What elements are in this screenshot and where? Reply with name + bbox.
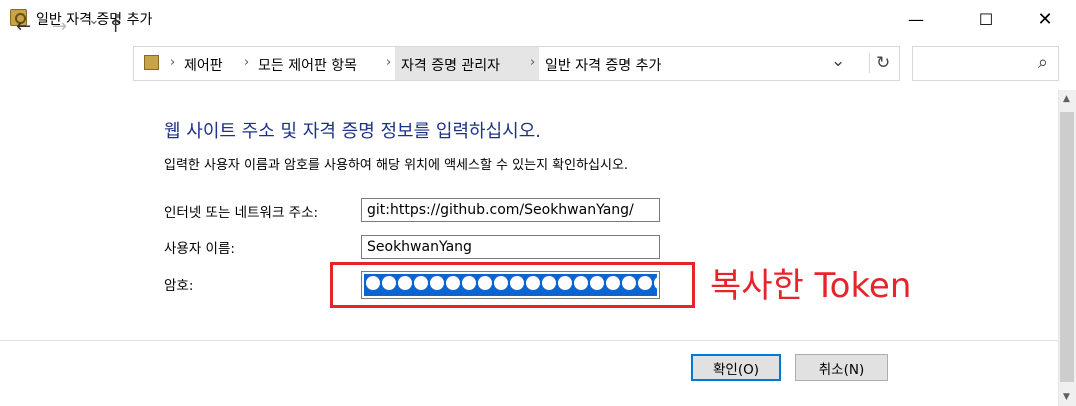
minimize-button[interactable]: — (893, 0, 939, 38)
footer-divider (0, 340, 1058, 341)
password-label: 암호: (164, 278, 194, 294)
page-heading: 웹 사이트 주소 및 자격 증명 정보를 입력하십시오. (164, 121, 541, 142)
address-dropdown-button[interactable]: ⌄ (831, 51, 845, 71)
breadcrumb-separator[interactable]: › (244, 55, 249, 70)
ok-button[interactable]: 확인(O) (691, 354, 781, 381)
scroll-down-icon[interactable]: ▼ (1063, 392, 1070, 402)
refresh-button[interactable]: ↻ (869, 53, 890, 73)
search-input[interactable]: ⌕ (912, 46, 1059, 81)
search-icon: ⌕ (1037, 52, 1048, 73)
up-button[interactable]: ↑ (108, 16, 123, 37)
breadcrumb-all-items[interactable]: 모든 제어판 항목 (258, 55, 357, 75)
forward-button[interactable]: → (52, 16, 67, 37)
back-button[interactable]: ← (16, 16, 31, 37)
breadcrumb-add-generic-credential[interactable]: 일반 자격 증명 추가 (545, 55, 661, 75)
breadcrumb-separator[interactable]: › (530, 55, 535, 70)
username-field[interactable]: SeokhwanYang (361, 235, 660, 259)
address-bar[interactable]: › 제어판 › 모든 제어판 항목 › 자격 증명 관리자 › 일반 자격 증명… (133, 46, 900, 81)
close-button[interactable]: ✕ (1022, 0, 1068, 38)
address-label: 인터넷 또는 네트워크 주소: (164, 205, 319, 221)
scroll-thumb[interactable] (1060, 112, 1074, 382)
address-field[interactable]: git:https://github.com/SeokhwanYang/ (361, 198, 660, 222)
username-label: 사용자 이름: (164, 241, 235, 257)
annotation-highlight-box (330, 262, 695, 308)
breadcrumb-separator[interactable]: › (386, 55, 391, 70)
scroll-up-icon[interactable]: ▲ (1063, 94, 1070, 104)
maximize-button[interactable]: ☐ (963, 0, 1009, 38)
breadcrumb-credential-manager[interactable]: 자격 증명 관리자 (401, 55, 500, 75)
breadcrumb-separator[interactable]: › (170, 55, 175, 70)
recent-locations-button[interactable]: ⌄ (88, 12, 100, 28)
breadcrumb-control-panel[interactable]: 제어판 (184, 55, 223, 75)
annotation-label: 복사한 Token (710, 266, 912, 306)
page-description: 입력한 사용자 이름과 암호를 사용하여 해당 위치에 액세스할 수 있는지 확… (164, 158, 629, 173)
control-panel-icon (144, 55, 159, 70)
cancel-button[interactable]: 취소(N) (795, 354, 888, 381)
